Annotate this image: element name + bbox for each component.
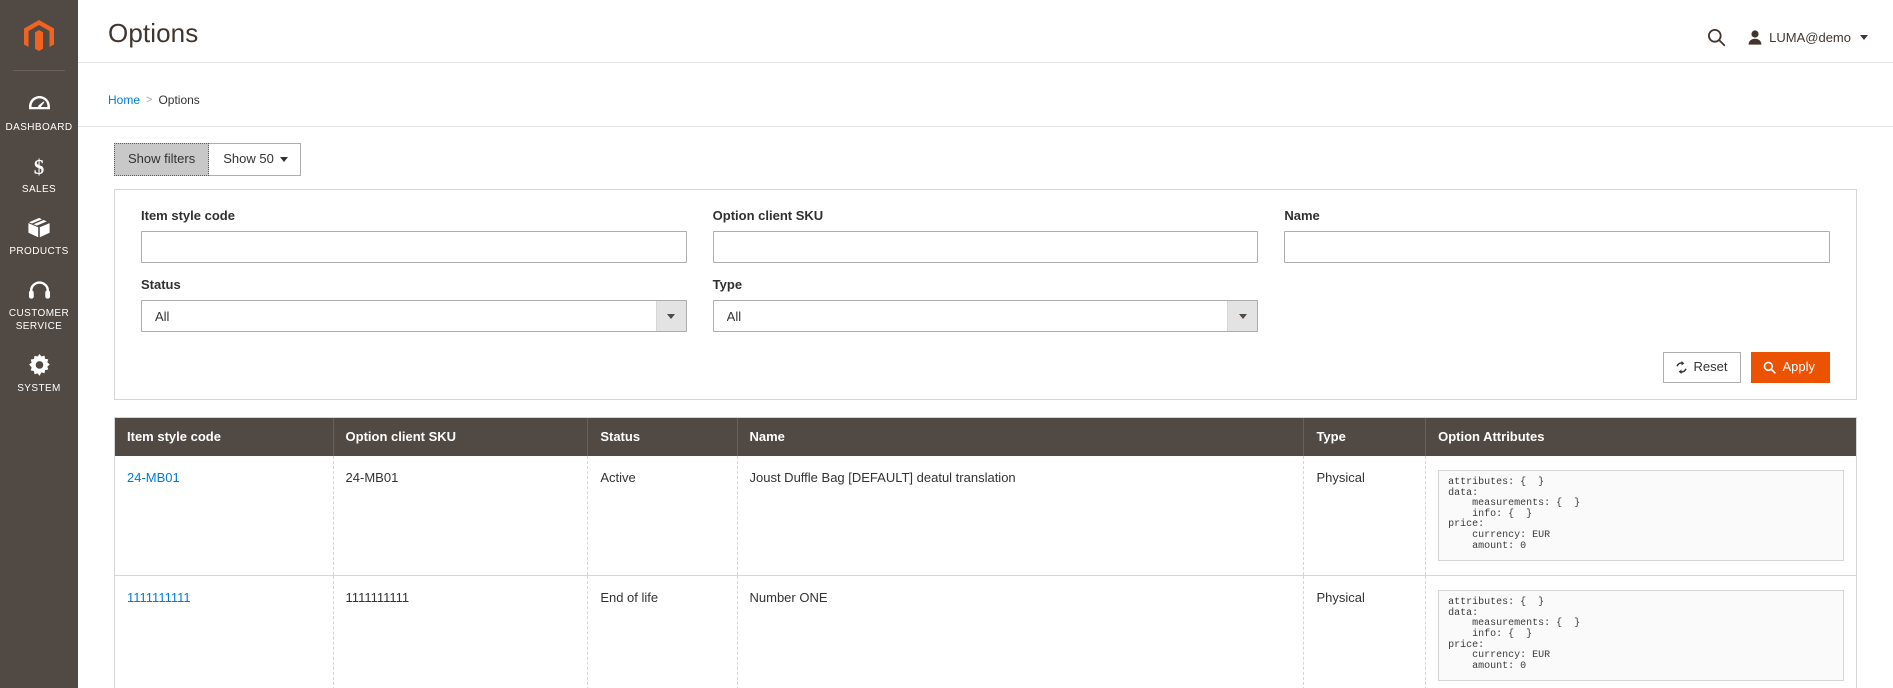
filter-status: Status All xyxy=(141,277,687,346)
type-select[interactable]: All xyxy=(712,300,1259,332)
cell-item-style-code: 24-MB01 xyxy=(115,456,334,577)
magento-logo-icon[interactable] xyxy=(0,8,78,64)
filters-row-2: Status All Type All xyxy=(141,277,1830,346)
reset-button[interactable]: Reset xyxy=(1662,352,1742,383)
table-header-row: Item style code Option client SKU Status… xyxy=(115,418,1856,456)
filter-option-client-sku: Option client SKU xyxy=(712,208,1259,277)
cell-option-attributes: attributes: { } data: measurements: { } … xyxy=(1425,456,1856,577)
filters-row-1: Item style code Option client SKU Name xyxy=(141,208,1831,277)
options-grid: Item style code Option client SKU Status… xyxy=(114,417,1857,688)
box-icon xyxy=(27,216,51,240)
topbar-actions: LUMA@demo xyxy=(1707,28,1868,47)
item-style-code-link[interactable]: 1111111111 xyxy=(127,590,191,605)
dollar-sign-icon: $ xyxy=(31,154,47,178)
cell-status: Active xyxy=(587,456,738,577)
status-select-wrap: All xyxy=(141,300,687,332)
cell-name: Number ONE xyxy=(737,575,1305,688)
apply-button[interactable]: Apply xyxy=(1751,352,1830,383)
sidebar-item-customer-service[interactable]: Customer Service xyxy=(0,267,78,342)
sidebar-item-label: Sales xyxy=(21,184,57,195)
cell-type: Physical xyxy=(1303,575,1427,688)
reset-label: Reset xyxy=(1693,359,1728,374)
refresh-icon xyxy=(1675,360,1688,374)
filter-spacer xyxy=(1284,277,1830,346)
show-filters-button[interactable]: Show filters xyxy=(114,143,210,176)
table-head: Item style code Option client SKU Status… xyxy=(115,418,1856,456)
magento-logo-glyph xyxy=(24,19,54,51)
admin-sidebar: Dashboard $ Sales Products xyxy=(0,0,78,688)
column-header-type[interactable]: Type xyxy=(1303,418,1427,456)
svg-text:$: $ xyxy=(34,155,45,178)
breadcrumb-current: Options xyxy=(158,93,200,107)
filter-actions: Reset Apply xyxy=(141,346,1830,399)
sidebar-item-dashboard[interactable]: Dashboard xyxy=(0,81,78,143)
column-header-item-style-code[interactable]: Item style code xyxy=(115,418,334,456)
headset-icon xyxy=(28,278,51,302)
breadcrumb-separator: > xyxy=(146,94,153,106)
grid-toolbar: Show filters Show 50 xyxy=(78,127,1893,176)
sidebar-divider xyxy=(13,70,65,71)
page-topbar: Options LUMA@demo xyxy=(78,0,1893,62)
type-select-wrap: All xyxy=(712,300,1259,332)
user-menu[interactable]: LUMA@demo xyxy=(1748,30,1868,45)
cell-item-style-code: 1111111111 xyxy=(115,575,334,688)
filter-label-type: Type xyxy=(712,277,743,292)
admin-page: Dashboard $ Sales Products xyxy=(0,0,1893,688)
cell-status: End of life xyxy=(587,575,738,688)
filters-panel: Item style code Option client SKU Name S… xyxy=(114,189,1857,400)
sidebar-item-sales[interactable]: $ Sales xyxy=(0,143,78,205)
item-style-code-link[interactable]: 24-MB01 xyxy=(127,470,180,485)
chevron-down-icon xyxy=(279,156,288,162)
cell-type: Physical xyxy=(1303,456,1427,577)
sidebar-item-products[interactable]: Products xyxy=(0,205,78,267)
table-row[interactable]: 1111111111 1111111111 End of life Number… xyxy=(115,575,1856,688)
search-icon[interactable] xyxy=(1707,28,1726,47)
apply-label: Apply xyxy=(1782,359,1815,374)
option-attributes-code: attributes: { } data: measurements: { } … xyxy=(1438,470,1844,562)
cell-option-client-sku: 1111111111 xyxy=(333,575,589,688)
table-row[interactable]: 24-MB01 24-MB01 Active Joust Duffle Bag … xyxy=(115,456,1856,577)
filter-label-option-client-sku: Option client SKU xyxy=(712,208,824,223)
cell-option-client-sku: 24-MB01 xyxy=(333,456,589,577)
sidebar-item-label: System xyxy=(17,383,61,394)
user-name-label: LUMA@demo xyxy=(1769,30,1851,45)
dashboard-gauge-icon xyxy=(28,92,51,116)
filter-label-status: Status xyxy=(141,277,181,292)
name-input[interactable] xyxy=(1284,231,1831,263)
breadcrumb-home-link[interactable]: Home xyxy=(108,93,140,107)
column-header-option-client-sku[interactable]: Option client SKU xyxy=(333,418,589,456)
sidebar-item-label: Products xyxy=(9,246,69,257)
user-avatar-icon xyxy=(1748,30,1762,45)
gear-icon xyxy=(28,353,51,377)
show-count-button[interactable]: Show 50 xyxy=(209,143,301,176)
column-header-option-attributes[interactable]: Option Attributes xyxy=(1425,418,1856,456)
item-style-code-input[interactable] xyxy=(141,231,687,263)
column-header-status[interactable]: Status xyxy=(587,418,738,456)
option-attributes-code: attributes: { } data: measurements: { } … xyxy=(1438,590,1844,682)
main-content: Options LUMA@demo Home > Options Show fi… xyxy=(78,0,1893,688)
search-icon xyxy=(1763,361,1777,374)
sidebar-item-label: Customer Service xyxy=(8,308,70,332)
options-table: Item style code Option client SKU Status… xyxy=(115,418,1856,688)
filter-item-style-code: Item style code xyxy=(141,208,687,277)
sidebar-item-system[interactable]: System xyxy=(0,342,78,404)
column-header-name[interactable]: Name xyxy=(737,418,1305,456)
cell-option-attributes: attributes: { } data: measurements: { } … xyxy=(1425,575,1856,688)
option-client-sku-input[interactable] xyxy=(712,231,1259,263)
show-count-label: Show 50 xyxy=(223,151,274,166)
table-body: 24-MB01 24-MB01 Active Joust Duffle Bag … xyxy=(115,456,1856,688)
sidebar-item-label: Dashboard xyxy=(5,122,73,133)
page-title: Options xyxy=(108,18,199,48)
filter-name: Name xyxy=(1284,208,1831,277)
chevron-down-icon xyxy=(1860,35,1868,40)
filter-label-name: Name xyxy=(1284,208,1320,223)
breadcrumb: Home > Options xyxy=(78,63,1893,107)
filter-label-item-style-code: Item style code xyxy=(141,208,235,223)
filter-type: Type All xyxy=(712,277,1259,346)
cell-name: Joust Duffle Bag [DEFAULT] deatul transl… xyxy=(737,456,1305,577)
status-select[interactable]: All xyxy=(141,300,687,332)
